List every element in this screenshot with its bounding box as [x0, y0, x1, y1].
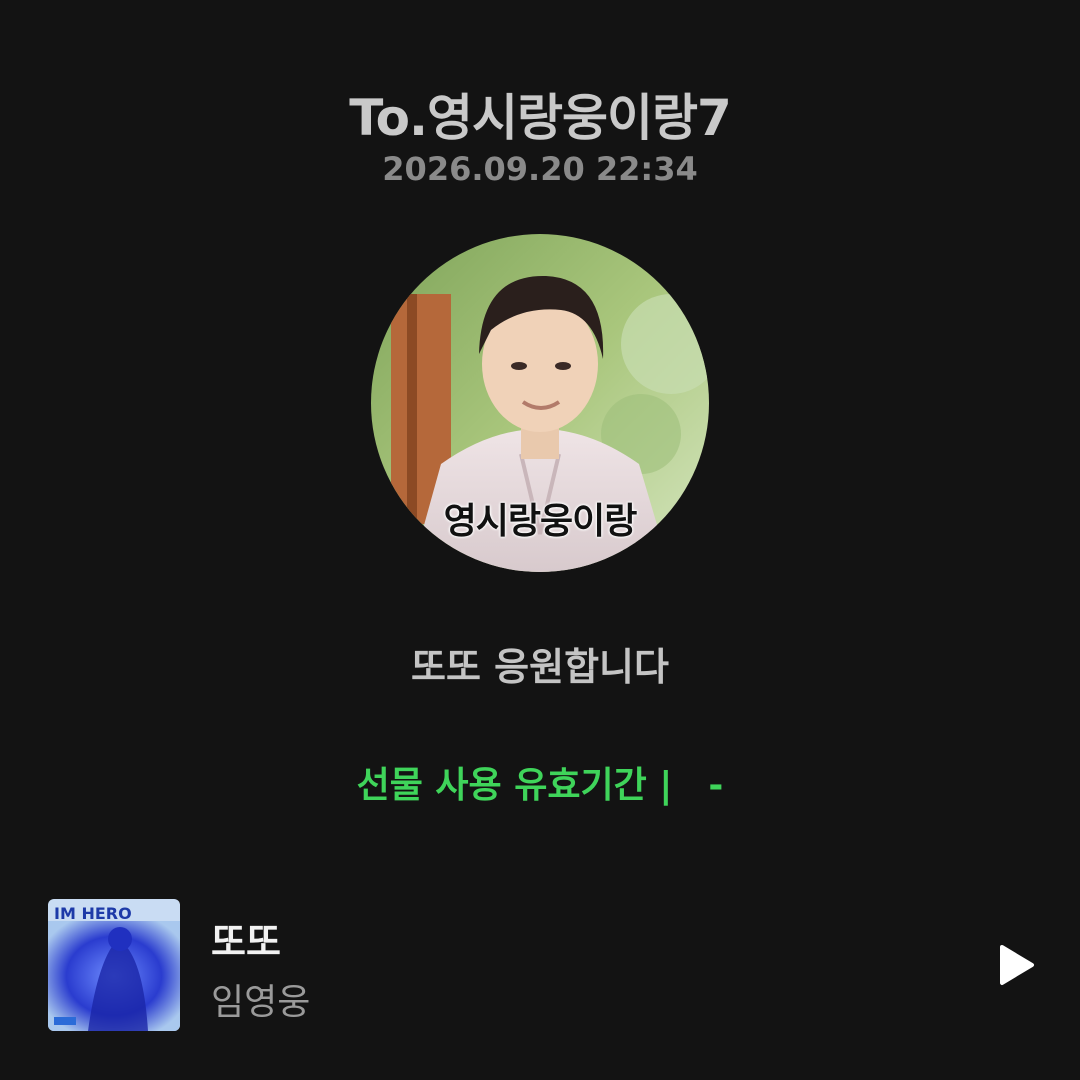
avatar-caption: 영시랑웅이랑: [443, 501, 638, 542]
play-button[interactable]: [994, 943, 1038, 987]
gift-message: 또또 응원합니다: [411, 645, 669, 689]
music-track-row[interactable]: IM HERO 또또 임영웅: [48, 899, 1038, 1031]
album-cover-art: IM HERO: [48, 899, 180, 1031]
gift-validity: 선물 사용 유효기간 | -: [0, 756, 1080, 808]
gift-card-screen: To.영시랑웅이랑7 2026.09.20 22:34 영시랑웅이랑 또또 응원…: [0, 0, 1080, 1080]
validity-label: 선물 사용 유효기간 |: [356, 765, 673, 806]
validity-value: -: [708, 765, 724, 806]
track-artist: 임영웅: [211, 982, 311, 1023]
profile-avatar: 영시랑웅이랑: [371, 234, 709, 572]
recipient-title: To.영시랑웅이랑7: [349, 89, 732, 147]
album-cover-text: IM HERO: [54, 904, 132, 923]
track-title: 또또: [211, 920, 281, 964]
sent-timestamp: 2026.09.20 22:34: [382, 150, 698, 188]
play-icon: [1000, 945, 1034, 985]
album-cover: IM HERO: [48, 899, 180, 1031]
